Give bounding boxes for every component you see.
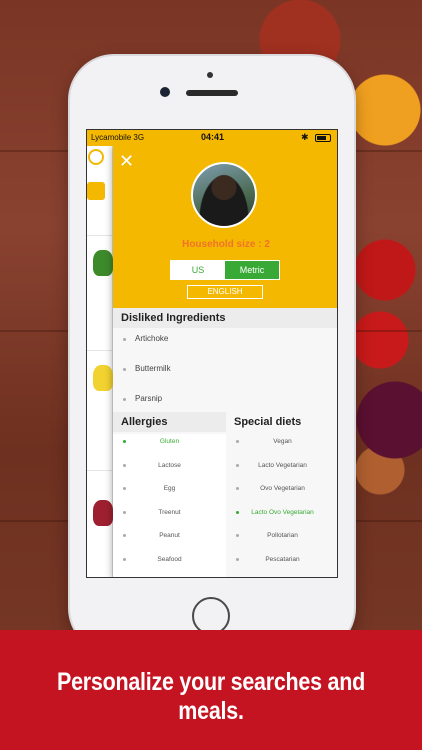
bluetooth-icon: ✱: [301, 132, 309, 142]
allergies-list: Gluten Lactose Egg Treenut Peanut Seafoo…: [113, 434, 226, 577]
settings-panel: ✕ Household size : 2 US Metric ENGLISH D…: [113, 146, 337, 577]
disliked-list: Artichoke Buttermilk Parsnip: [113, 330, 337, 420]
allergy-item[interactable]: Egg: [113, 481, 226, 505]
clock: 04:41: [201, 132, 225, 142]
close-icon[interactable]: ✕: [119, 152, 134, 170]
profile-icon[interactable]: [88, 149, 104, 165]
divider: [87, 350, 113, 351]
divider: [87, 470, 113, 471]
allergy-item[interactable]: Seafood: [113, 552, 226, 576]
phone-screen: Lycamobile 3G 04:41 ✱ ✕ Household size :…: [86, 129, 338, 578]
diet-item[interactable]: Lacto Vegetarian: [226, 458, 337, 482]
unit-toggle: US Metric: [170, 260, 280, 280]
allergies-heading: Allergies: [113, 412, 226, 432]
meat-thumbnail: [93, 500, 113, 526]
disliked-ingredients-heading: Disliked Ingredients: [113, 308, 337, 328]
battery-icon: [315, 134, 331, 142]
status-bar: Lycamobile 3G 04:41 ✱: [87, 130, 337, 146]
caption-text: Personalize your searches and meals.: [56, 668, 365, 725]
household-size[interactable]: Household size : 2: [113, 239, 337, 250]
background-app-strip: [87, 130, 113, 577]
language-button[interactable]: ENGLISH: [187, 285, 263, 299]
phone-sensor: [207, 72, 213, 78]
lettuce-thumbnail: [93, 250, 113, 276]
divider: [87, 235, 113, 236]
unit-us-button[interactable]: US: [171, 261, 225, 279]
diet-item-lacto-ovo[interactable]: Lacto Ovo Vegetarian: [226, 505, 337, 529]
diet-item[interactable]: Pollotarian: [226, 528, 337, 552]
allergy-item[interactable]: Lactose: [113, 458, 226, 482]
phone-speaker: [186, 90, 238, 96]
list-item[interactable]: Artichoke: [113, 330, 337, 360]
allergy-item[interactable]: Treenut: [113, 505, 226, 529]
diet-item[interactable]: Vegan: [226, 434, 337, 458]
allergy-item[interactable]: Peanut: [113, 528, 226, 552]
special-diets-heading: Special diets: [226, 412, 337, 432]
diet-item[interactable]: Ovo Vegetarian: [226, 481, 337, 505]
diet-item[interactable]: Pescatarian: [226, 552, 337, 576]
banana-thumbnail: [93, 365, 113, 391]
unit-metric-button[interactable]: Metric: [225, 261, 279, 279]
front-camera: [160, 87, 170, 97]
list-item[interactable]: Buttermilk: [113, 360, 337, 390]
carrier-label: Lycamobile 3G: [91, 133, 145, 142]
allergy-item-gluten[interactable]: Gluten: [113, 434, 226, 458]
avatar[interactable]: [191, 162, 257, 228]
camera-icon[interactable]: [87, 182, 105, 200]
diets-list: Vegan Lacto Vegetarian Ovo Vegetarian La…: [226, 434, 337, 577]
profile-header: ✕ Household size : 2 US Metric ENGLISH: [113, 146, 337, 308]
